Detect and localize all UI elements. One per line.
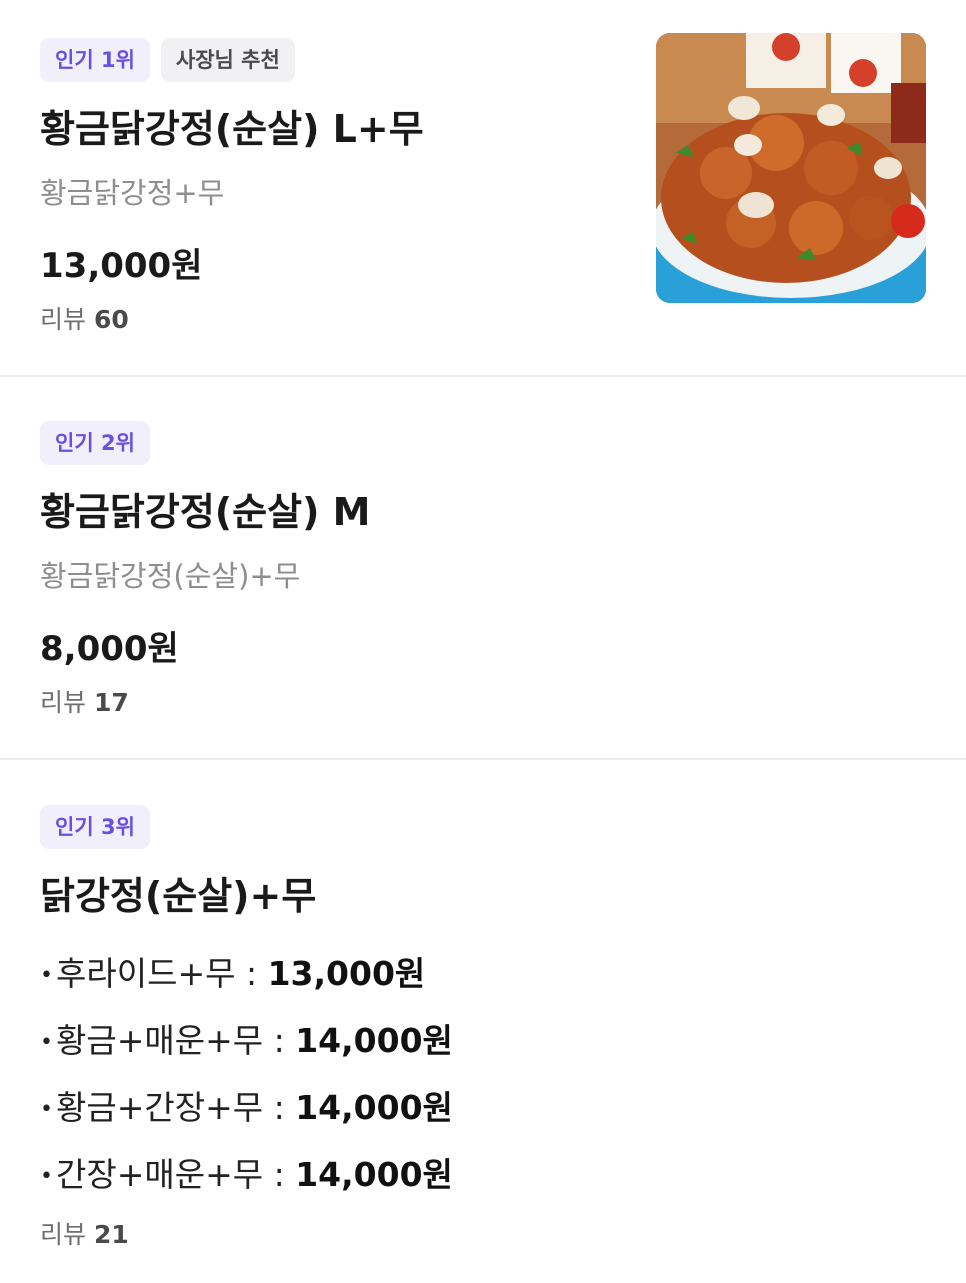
option-label: 후라이드+무 : (56, 954, 268, 993)
option-price: 14,000원 (295, 1155, 453, 1194)
rank-badge: 인기 2위 (40, 421, 150, 465)
bullet: • (40, 1030, 53, 1055)
option-label: 황금+간장+무 : (56, 1088, 296, 1127)
rank-badge: 인기 3위 (40, 805, 150, 849)
review-number: 21 (93, 1220, 129, 1249)
option-label: 간장+매운+무 : (56, 1155, 296, 1194)
badge-group: 인기 2위 (40, 421, 150, 465)
bullet: • (40, 1097, 53, 1122)
menu-item-price: 13,000원 (40, 246, 203, 286)
rank-badge: 인기 1위 (40, 38, 150, 82)
badge-group: 인기 3위 (40, 805, 150, 849)
review-count: 리뷰 17 (40, 683, 129, 719)
bullet: • (40, 1164, 53, 1189)
menu-item-3[interactable]: 인기 3위 닭강정(순살)+무 •후라이드+무 : 13,000원 •황금+매운… (0, 760, 966, 1283)
review-number: 17 (93, 688, 129, 717)
option-price: 13,000원 (267, 954, 426, 993)
menu-item-name: 닭강정(순살)+무 (40, 874, 317, 918)
menu-item-photo[interactable] (656, 33, 926, 303)
option-line: •황금+간장+무 : 14,000원 (40, 1081, 453, 1129)
review-label: 리뷰 (40, 305, 87, 334)
owner-recommend-badge: 사장님 추천 (160, 38, 295, 82)
menu-item-description: 황금닭강정+무 (40, 176, 225, 210)
menu-item-1[interactable]: 인기 1위 사장님 추천 황금닭강정(순살) L+무 황금닭강정+무 13,00… (0, 0, 966, 376)
review-count: 리뷰 60 (40, 300, 129, 336)
option-line: •간장+매운+무 : 14,000원 (40, 1148, 453, 1196)
menu-item-price: 8,000원 (40, 629, 179, 669)
option-line: •후라이드+무 : 13,000원 (40, 947, 425, 995)
menu-item-name: 황금닭강정(순살) L+무 (40, 107, 424, 151)
option-label: 황금+매운+무 : (56, 1021, 296, 1060)
review-label: 리뷰 (40, 1220, 87, 1249)
menu-item-description: 황금닭강정(순살)+무 (40, 559, 301, 593)
bullet: • (40, 963, 53, 988)
review-label: 리뷰 (40, 688, 87, 717)
badge-group: 인기 1위 사장님 추천 (40, 38, 295, 82)
menu-item-2[interactable]: 인기 2위 황금닭강정(순살) M 황금닭강정(순살)+무 8,000원 리뷰 … (0, 377, 966, 759)
fried-chicken-photo (656, 33, 926, 303)
option-price: 14,000원 (295, 1088, 453, 1127)
review-number: 60 (93, 305, 129, 334)
review-count: 리뷰 21 (40, 1215, 129, 1251)
option-line: •황금+매운+무 : 14,000원 (40, 1014, 453, 1062)
menu-item-name: 황금닭강정(순살) M (40, 490, 371, 534)
option-price: 14,000원 (295, 1021, 453, 1060)
